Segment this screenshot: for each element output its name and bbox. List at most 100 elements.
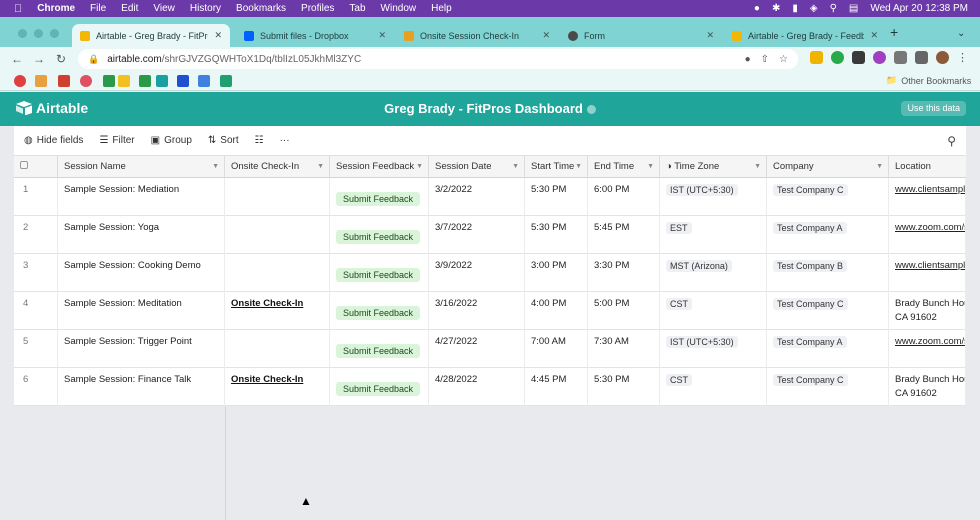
chrome-menu-icon[interactable]: ⋮ <box>957 51 968 64</box>
cell-start[interactable]: 5:30 PM <box>525 178 588 216</box>
col-time-zone[interactable]: ◑ Time Zone ▼ <box>660 156 767 178</box>
cell-checkin[interactable] <box>225 254 330 292</box>
wifi-icon[interactable]: ◈ <box>810 3 818 14</box>
close-tab-icon[interactable]: ✕ <box>542 30 550 41</box>
col-location[interactable]: Location <box>889 156 966 178</box>
share-icon[interactable]: ⇧ <box>761 54 769 65</box>
menu-window[interactable]: Window <box>381 3 417 14</box>
bookmark-star-icon[interactable]: ☆ <box>779 54 788 65</box>
cell-end[interactable]: 3:30 PM <box>588 254 660 292</box>
tab-search-chevron-icon[interactable]: ⌄ <box>957 28 965 39</box>
tab-airtable-fitpros[interactable]: Airtable - Greg Brady - FitPros ✕ <box>72 24 230 47</box>
submit-feedback-button[interactable]: Submit Feedback <box>336 382 421 396</box>
battery-icon[interactable]: ▮ <box>792 3 798 14</box>
other-bookmarks[interactable]: 📁 Other Bookmarks <box>886 75 971 86</box>
col-onsite-checkin[interactable]: Onsite Check-In ▼ <box>225 156 330 178</box>
chevron-down-icon[interactable]: ▼ <box>212 156 219 178</box>
col-end-time[interactable]: End Time ▼ <box>588 156 660 178</box>
bookmark-icon[interactable] <box>198 75 210 87</box>
cell-end[interactable]: 5:00 PM <box>588 292 660 330</box>
cell-name[interactable]: Sample Session: Mediation <box>58 178 225 216</box>
cell-company[interactable]: Test Company B <box>767 254 889 292</box>
chevron-down-icon[interactable]: ▼ <box>317 156 324 178</box>
cell-num[interactable]: 1 <box>14 178 58 216</box>
cell-end[interactable]: 5:45 PM <box>588 216 660 254</box>
cell-company[interactable]: Test Company C <box>767 178 889 216</box>
tab-dropbox[interactable]: Submit files - Dropbox ✕ <box>236 24 394 47</box>
cell-loc[interactable]: www.clientsample. <box>889 254 966 292</box>
cell-checkin[interactable]: Onsite Check-In <box>225 368 330 406</box>
cell-tz[interactable]: IST (UTC+5:30) <box>660 178 767 216</box>
menu-bookmarks[interactable]: Bookmarks <box>236 3 286 14</box>
cell-date[interactable]: 3/2/2022 <box>429 178 525 216</box>
tab-form[interactable]: Form ✕ <box>560 24 722 47</box>
mic-icon[interactable]: ● <box>745 54 751 65</box>
cell-start[interactable]: 4:00 PM <box>525 292 588 330</box>
chevron-down-icon[interactable]: ▼ <box>754 156 761 178</box>
cell-company[interactable]: Test Company A <box>767 330 889 368</box>
cell-company[interactable]: Test Company C <box>767 368 889 406</box>
cell-loc[interactable]: www.zoom.com/sa <box>889 216 966 254</box>
reload-icon[interactable]: ↻ <box>50 52 72 66</box>
location-link[interactable]: www.zoom.com/sa <box>895 336 965 347</box>
cell-num[interactable]: 6 <box>14 368 58 406</box>
extension-icon[interactable] <box>852 51 865 64</box>
cell-feedback[interactable]: Submit Feedback <box>330 292 429 330</box>
tab-airtable-feedback[interactable]: Airtable - Greg Brady - Feedb ✕ <box>724 24 886 47</box>
menu-history[interactable]: History <box>190 3 221 14</box>
gmail-icon[interactable] <box>58 75 70 87</box>
use-this-data-button[interactable]: Use this data <box>901 101 966 116</box>
bookmark-icon[interactable] <box>177 75 189 87</box>
cell-checkin[interactable] <box>225 178 330 216</box>
sort-button[interactable]: ⇅ Sort <box>208 135 239 146</box>
apple-icon[interactable]:  <box>14 3 22 15</box>
address-bar[interactable]: 🔒 airtable.com/shrGJVZGQWHToX1Dq/tblIzL0… <box>78 49 798 69</box>
table-row[interactable]: 4 Sample Session: Meditation Onsite Check-… <box>14 292 966 330</box>
cell-checkin[interactable] <box>225 216 330 254</box>
cell-end[interactable]: 5:30 PM <box>588 368 660 406</box>
chevron-down-icon[interactable]: ▼ <box>575 156 582 178</box>
info-icon[interactable] <box>586 105 596 115</box>
location-link[interactable]: www.clientsample. <box>895 260 965 271</box>
cell-checkin[interactable] <box>225 330 330 368</box>
sheets-icon[interactable] <box>103 75 115 87</box>
cell-date[interactable]: 4/27/2022 <box>429 330 525 368</box>
bookmark-icon[interactable] <box>14 75 26 87</box>
chevron-down-icon[interactable]: ▼ <box>647 156 654 178</box>
bookmark-icon[interactable] <box>118 75 130 87</box>
cell-start[interactable]: 5:30 PM <box>525 216 588 254</box>
col-company[interactable]: Company ▼ <box>767 156 889 178</box>
cell-company[interactable]: Test Company A <box>767 216 889 254</box>
close-window-icon[interactable] <box>18 29 27 38</box>
bookmark-icon[interactable] <box>220 75 232 87</box>
cell-tz[interactable]: MST (Arizona) <box>660 254 767 292</box>
cell-num[interactable]: 5 <box>14 330 58 368</box>
cell-checkin[interactable]: Onsite Check-In <box>225 292 330 330</box>
submit-feedback-button[interactable]: Submit Feedback <box>336 268 421 282</box>
table-row[interactable]: 1 Sample Session: Mediation Submit Feedbac… <box>14 178 966 216</box>
row-height-button[interactable]: ☷ <box>255 135 264 146</box>
menu-profiles[interactable]: Profiles <box>301 3 334 14</box>
cell-end[interactable]: 6:00 PM <box>588 178 660 216</box>
table-row[interactable]: 3 Sample Session: Cooking Demo Submit Feed… <box>14 254 966 292</box>
cell-num[interactable]: 2 <box>14 216 58 254</box>
cell-tz[interactable]: CST <box>660 292 767 330</box>
table-row[interactable]: 5 Sample Session: Trigger Point Submit Fee… <box>14 330 966 368</box>
close-tab-icon[interactable]: ✕ <box>378 30 386 41</box>
chevron-down-icon[interactable]: ▼ <box>512 156 519 178</box>
submit-feedback-button[interactable]: Submit Feedback <box>336 344 421 358</box>
close-tab-icon[interactable]: ✕ <box>214 30 222 41</box>
minimize-window-icon[interactable] <box>34 29 43 38</box>
menu-tab[interactable]: Tab <box>349 3 365 14</box>
menubar-clock[interactable]: Wed Apr 20 12:38 PM <box>870 3 968 14</box>
col-session-date[interactable]: Session Date ▼ <box>429 156 525 178</box>
cell-loc[interactable]: www.clientsample. <box>889 178 966 216</box>
cell-feedback[interactable]: Submit Feedback <box>330 254 429 292</box>
col-session-feedback[interactable]: Session Feedback ▼ <box>330 156 429 178</box>
menu-file[interactable]: File <box>90 3 106 14</box>
bookmark-icon[interactable] <box>80 75 92 87</box>
extension-icon[interactable] <box>810 51 823 64</box>
submit-feedback-button[interactable]: Submit Feedback <box>336 192 421 206</box>
cell-company[interactable]: Test Company C <box>767 292 889 330</box>
cell-feedback[interactable]: Submit Feedback <box>330 178 429 216</box>
